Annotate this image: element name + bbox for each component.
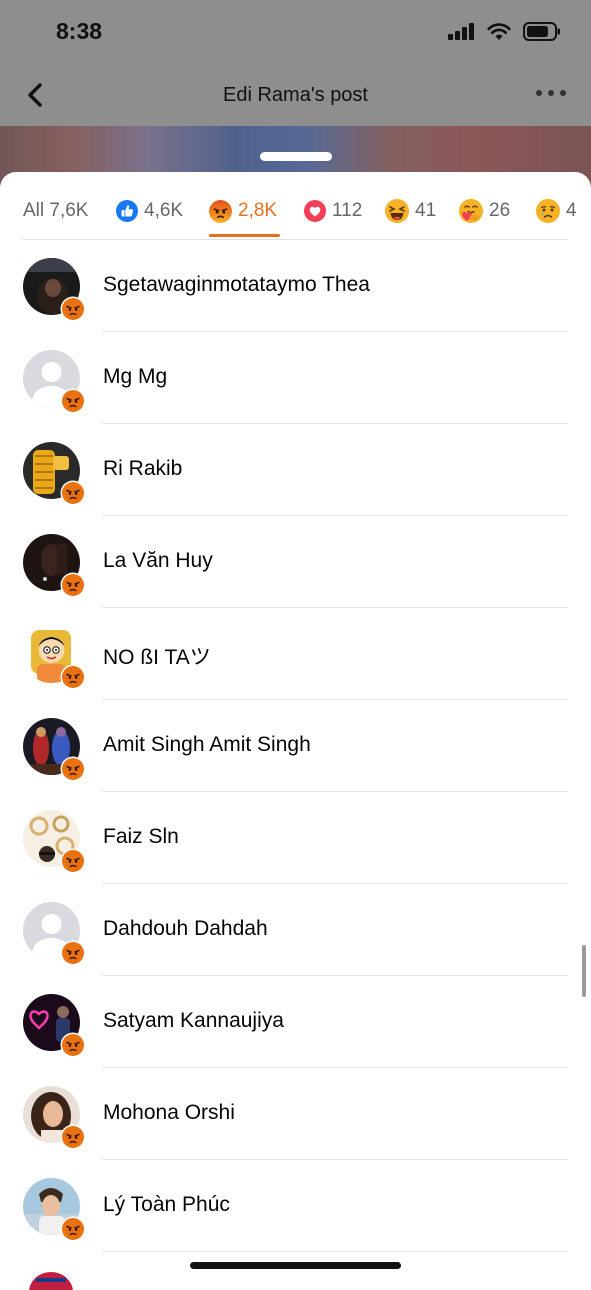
person-name[interactable]: Dahdouh Dahdah: [103, 917, 268, 941]
tab-all[interactable]: All 7,6K: [23, 186, 88, 236]
person-name[interactable]: Satyam Kannaujiya: [103, 1009, 284, 1033]
tab-love-label: 112: [332, 200, 363, 221]
haha-icon: [385, 199, 409, 223]
tab-sad-label: 4: [566, 200, 577, 221]
angry-icon: [209, 199, 232, 223]
sad-icon: [536, 199, 560, 223]
list-item[interactable]: Mg Mg: [0, 332, 591, 424]
angry-icon: [60, 1216, 86, 1242]
person-name[interactable]: Mg Mg: [103, 365, 167, 389]
angry-icon: [60, 940, 86, 966]
person-name[interactable]: La Văn Huy: [103, 549, 213, 573]
more-icon[interactable]: [533, 82, 569, 104]
angry-icon: [60, 480, 86, 506]
row-divider: [103, 1251, 568, 1252]
tab-angry-label: 2,8K: [238, 200, 278, 221]
angry-icon: [60, 848, 86, 874]
angry-icon: [60, 1124, 86, 1150]
angry-icon: [60, 296, 86, 322]
scrollbar[interactable]: [582, 945, 586, 997]
wifi-icon: [487, 22, 511, 40]
tab-like-label: 4,6K: [144, 200, 184, 221]
angry-icon: [60, 756, 86, 782]
person-name[interactable]: Amit Singh Amit Singh: [103, 733, 311, 757]
tab-care[interactable]: 26: [459, 186, 510, 236]
list-item[interactable]: Sgetawaginmotataymo Thea: [0, 240, 591, 332]
like-icon: [116, 200, 138, 222]
status-icons: [448, 22, 561, 41]
next-avatar-partial: [28, 1270, 74, 1290]
list-item[interactable]: Lý Toàn Phúc: [0, 1160, 591, 1252]
person-name[interactable]: Faiz Sln: [103, 825, 179, 849]
person-name[interactable]: Ri Rakib: [103, 457, 182, 481]
list-item[interactable]: Satyam Kannaujiya: [0, 976, 591, 1068]
tab-love[interactable]: 112: [304, 186, 362, 236]
person-name[interactable]: Mohona Orshi: [103, 1101, 235, 1125]
home-indicator[interactable]: [190, 1262, 401, 1269]
angry-icon: [60, 1032, 86, 1058]
tab-care-label: 26: [489, 200, 511, 221]
list-item[interactable]: NO ßI TAツ: [0, 608, 591, 700]
love-icon: [304, 200, 326, 222]
tab-sad[interactable]: 4: [536, 186, 577, 236]
list-item[interactable]: Dahdouh Dahdah: [0, 884, 591, 976]
list-item[interactable]: Faiz Sln: [0, 792, 591, 884]
person-name[interactable]: NO ßI TAツ: [103, 641, 211, 671]
list-item[interactable]: Ri Rakib: [0, 424, 591, 516]
active-tab-indicator: [209, 234, 280, 237]
list-item[interactable]: La Văn Huy: [0, 516, 591, 608]
angry-icon: [60, 664, 86, 690]
battery-icon: [523, 22, 560, 41]
angry-icon: [60, 388, 86, 414]
tab-haha-label: 41: [415, 200, 437, 221]
status-bar: 8:38: [0, 0, 591, 64]
tab-haha[interactable]: 41: [385, 186, 436, 236]
tab-angry[interactable]: 2,8K: [209, 186, 277, 236]
care-icon: [459, 199, 483, 223]
person-name[interactable]: Sgetawaginmotataymo Thea: [103, 273, 370, 297]
list-item[interactable]: Amit Singh Amit Singh: [0, 700, 591, 792]
page-title: Edi Rama's post: [223, 84, 368, 106]
status-time: 8:38: [56, 18, 103, 44]
signal-icon: [448, 23, 474, 40]
angry-icon: [60, 572, 86, 598]
person-name[interactable]: Lý Toàn Phúc: [103, 1193, 230, 1217]
tab-like[interactable]: 4,6K: [116, 186, 183, 236]
reaction-tabs: All 7,6K 4,6K 2,8K 112 41 26 4: [0, 186, 591, 238]
tab-all-label: All 7,6K: [23, 200, 89, 221]
nav-bar: Edi Rama's post: [0, 64, 591, 126]
sheet-grabber[interactable]: [260, 152, 332, 161]
list-item[interactable]: Mohona Orshi: [0, 1068, 591, 1160]
